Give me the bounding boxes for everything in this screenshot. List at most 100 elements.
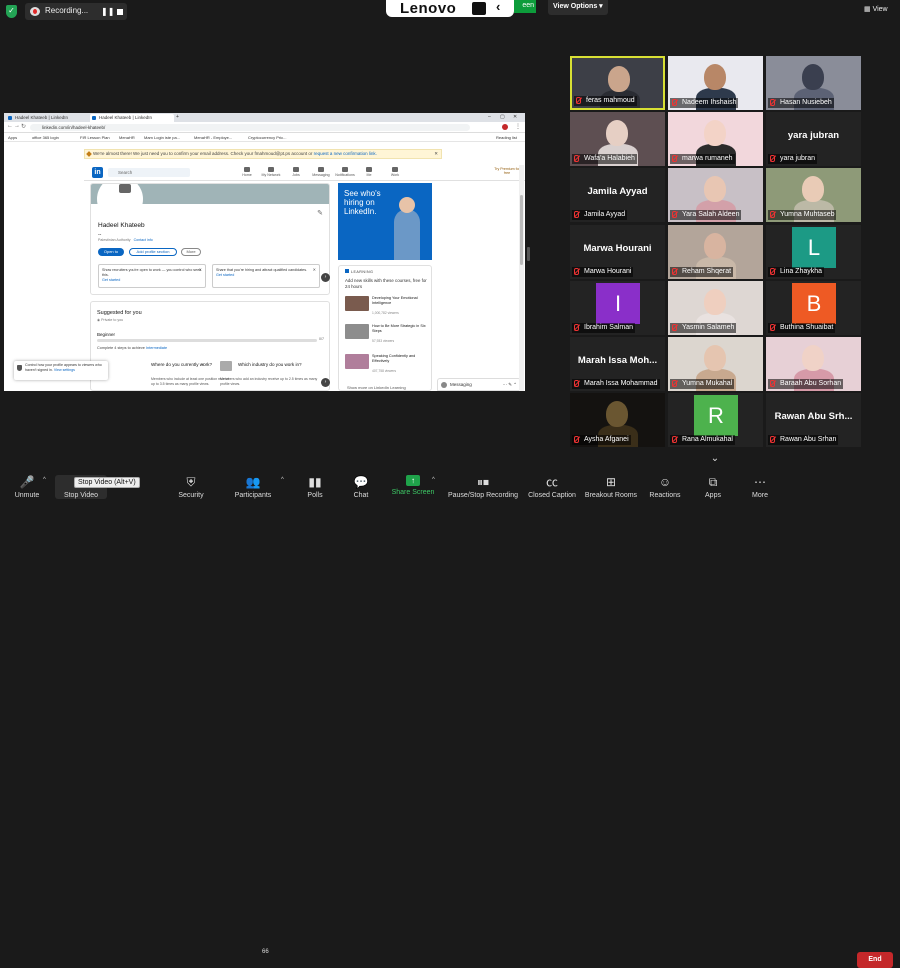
participants-button[interactable]: 👥 Participants: [230, 475, 276, 499]
browser-tab-active[interactable]: Hadeel Khateeb | LinkedIn: [90, 114, 174, 122]
participant-tile[interactable]: Nadeem Ihshaish: [668, 56, 763, 110]
closed-caption-button[interactable]: ㏄ Closed Caption: [526, 475, 578, 499]
profile-visibility-toast[interactable]: Control how your profile appears to view…: [14, 361, 108, 380]
nav-network[interactable]: My Network: [260, 167, 282, 177]
polls-button[interactable]: ▮▮ Polls: [302, 475, 328, 499]
edit-pencil-icon[interactable]: ✎: [317, 209, 323, 217]
messaging-bar[interactable]: Messaging ⋯ ✎ ⌃: [437, 378, 521, 391]
open-to-work-card[interactable]: Show recruiters you're open to work — yo…: [98, 264, 206, 288]
hiring-card[interactable]: Share that you're hiring and attract qua…: [212, 264, 320, 288]
participant-tile[interactable]: Rawan Abu Srh... Rawan Abu Srhan: [766, 393, 861, 448]
breakout-rooms-button[interactable]: ⊞ Breakout Rooms: [583, 475, 639, 499]
add-profile-section-button[interactable]: Add profile section: [129, 248, 177, 256]
view-settings-link[interactable]: View settings: [54, 368, 75, 372]
share-caret-icon[interactable]: ^: [432, 477, 435, 483]
nav-notifications[interactable]: Notifications: [334, 167, 356, 177]
nav-home[interactable]: Home: [236, 167, 258, 177]
browser-menu-icon[interactable]: ⋮: [515, 123, 521, 130]
participant-tile[interactable]: R Rana Almukahal: [668, 393, 763, 448]
minimize-icon[interactable]: –: [488, 114, 491, 120]
profile-avatar[interactable]: [97, 184, 143, 222]
participant-tile[interactable]: Yumna Mukahal: [668, 337, 763, 391]
url-input[interactable]: linkedin.com/in/hadeel-khateeb/: [30, 124, 470, 131]
contact-info-link[interactable]: Contact info: [134, 238, 153, 242]
participant-tile[interactable]: marwa rumaneh: [668, 112, 763, 167]
screen-share-indicator[interactable]: een: [514, 0, 536, 13]
course-item[interactable]: Developing Your Emotional Intelligence 1…: [345, 296, 431, 318]
get-started-link[interactable]: Get started: [216, 273, 316, 278]
audio-options-caret-icon[interactable]: ^: [43, 477, 46, 483]
page-scrollbar[interactable]: [519, 165, 524, 391]
open-to-button[interactable]: Open to: [98, 248, 124, 256]
participant-tile[interactable]: L Lina Zhaykha: [766, 224, 861, 279]
course-item[interactable]: How to Be More Strategic in Six Steps 57…: [345, 324, 431, 346]
more-button[interactable]: ⋯ More: [749, 475, 771, 499]
intermediate-link[interactable]: Intermediate: [146, 346, 167, 350]
participant-tile[interactable]: feras mahmoud: [570, 56, 665, 110]
close-icon[interactable]: ✕: [201, 362, 204, 367]
security-shield-icon[interactable]: ✓: [6, 5, 17, 18]
bookmark-item[interactable]: Mam Login iste pa...: [144, 135, 180, 140]
split-view-drag-handle[interactable]: [527, 247, 530, 261]
nav-jobs[interactable]: Jobs: [285, 167, 307, 177]
reading-list[interactable]: Reading list: [496, 135, 517, 140]
close-window-icon[interactable]: ✕: [513, 114, 517, 120]
bookmark-item[interactable]: Apps: [8, 135, 17, 140]
maximize-icon[interactable]: ▢: [500, 114, 505, 120]
chevron-down-icon[interactable]: ⌄: [703, 453, 727, 469]
nav-me[interactable]: Me: [358, 167, 380, 177]
close-icon[interactable]: ✕: [199, 267, 202, 272]
reload-icon[interactable]: ↻: [21, 123, 26, 130]
linkedin-search-input[interactable]: Search: [108, 168, 190, 177]
end-meeting-button[interactable]: End: [857, 952, 893, 968]
collapse-arrow-icon[interactable]: ‹: [496, 0, 500, 14]
linkedin-hiring-ad[interactable]: See who's hiring on LinkedIn.: [338, 183, 432, 260]
get-started-link[interactable]: Get started: [102, 278, 202, 283]
view-button[interactable]: ▦ View: [864, 5, 888, 13]
new-tab-icon[interactable]: +: [176, 114, 179, 120]
nav-messaging[interactable]: Messaging: [310, 167, 332, 177]
participant-tile[interactable]: Yumna Muhtaseb: [766, 168, 861, 223]
bookmark-item[interactable]: FIR Lesson Plan: [80, 135, 110, 140]
close-notice-icon[interactable]: ✕: [434, 150, 438, 158]
security-button[interactable]: ⛨ Security: [174, 475, 208, 499]
chat-button[interactable]: 💬 Chat: [349, 475, 373, 499]
reactions-button[interactable]: ☺ Reactions: [648, 475, 682, 499]
apps-button[interactable]: ⧉ Apps: [702, 475, 724, 499]
nav-work[interactable]: Work: [384, 167, 406, 177]
scroll-thumb[interactable]: [520, 195, 523, 265]
participant-tile[interactable]: Aysha Afganei: [570, 393, 665, 448]
bookmark-item[interactable]: office 365 login: [32, 135, 59, 140]
bookmark-item[interactable]: Cryptocurrency Pric...: [248, 135, 286, 140]
view-options-button[interactable]: View Options ▾: [548, 0, 608, 15]
participant-tile[interactable]: Jamila Ayyad Jamila Ayyad: [570, 168, 665, 223]
confirmation-link[interactable]: request a new confirmation link.: [314, 151, 377, 156]
unmute-button[interactable]: 🎤 Unmute: [12, 475, 42, 499]
stop-recording-icon[interactable]: [117, 9, 123, 15]
participant-tile[interactable]: yara jubran yara jubran: [766, 112, 861, 167]
forward-icon[interactable]: →: [14, 123, 20, 129]
back-icon[interactable]: ←: [7, 123, 13, 129]
participant-tile[interactable]: Marah Issa Moh... Marah Issa Mohammad: [570, 337, 665, 391]
bookmark-item[interactable]: MenaHR: [119, 135, 135, 140]
carousel-next-icon[interactable]: ›: [321, 273, 330, 282]
course-item[interactable]: Speaking Confidently and Effectively 407…: [345, 354, 431, 376]
participant-tile[interactable]: Marwa Hourani Marwa Hourani: [570, 224, 665, 279]
try-premium-link[interactable]: Try Premium for free: [492, 167, 522, 175]
more-button[interactable]: More: [181, 248, 201, 256]
linkedin-logo-icon[interactable]: in: [92, 167, 103, 178]
carousel-next-icon[interactable]: ›: [321, 378, 330, 387]
participant-tile[interactable]: Wafa'a Halabieh: [570, 112, 665, 167]
messaging-controls[interactable]: ⋯ ✎ ⌃: [502, 379, 517, 391]
industry-question[interactable]: Which industry do you work in?: [238, 362, 302, 367]
participant-tile[interactable]: B Buthina Shuaibat: [766, 280, 861, 335]
pause-recording-icon[interactable]: ❚❚: [101, 7, 114, 16]
bookmark-item[interactable]: MenaHR - Employe...: [194, 135, 232, 140]
browser-tab[interactable]: Hadeel Khateeb | LinkedIn: [6, 114, 88, 122]
profile-avatar-icon[interactable]: [502, 124, 508, 130]
work-question[interactable]: Where do you currently work?: [151, 362, 231, 367]
participant-tile[interactable]: Yara Salah Aldeen: [668, 168, 763, 223]
participants-caret-icon[interactable]: ^: [281, 477, 284, 483]
share-screen-button[interactable]: ↑ Share Screen: [390, 475, 436, 496]
pause-stop-recording-button[interactable]: ⏸⏹ Pause/Stop Recording: [446, 475, 520, 499]
